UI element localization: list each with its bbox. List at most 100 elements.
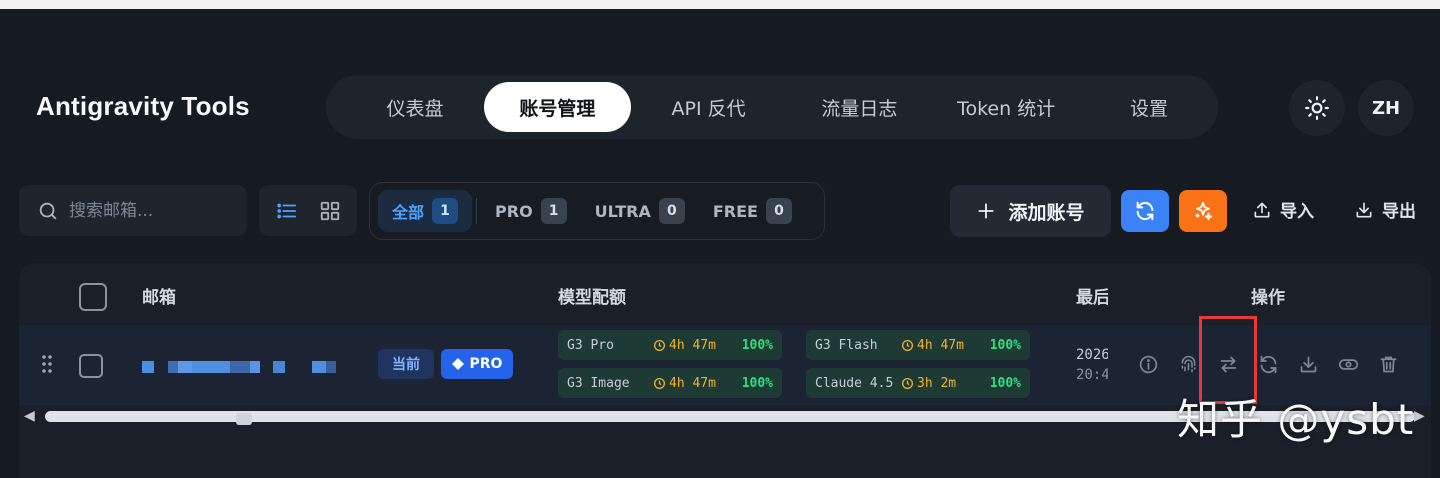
add-account-label: 添加账号	[1008, 201, 1085, 224]
quota-reset-time: 4h 47m	[917, 337, 964, 353]
last-used-date: 2026	[1076, 347, 1108, 363]
delete-account-button[interactable]	[1375, 351, 1401, 377]
scroll-left-arrow[interactable]: ◀	[24, 408, 35, 424]
filter-label: FREE	[712, 201, 758, 221]
fingerprint-button[interactable]	[1175, 351, 1201, 377]
import-label: 导入	[1280, 202, 1314, 222]
tab-traffic-logs[interactable]: 流量日志	[786, 82, 932, 132]
tab-accounts[interactable]: 账号管理	[483, 82, 631, 132]
plan-badge: PRO	[441, 349, 513, 379]
search-icon	[39, 202, 57, 219]
list-view-button[interactable]	[268, 192, 306, 230]
grid-view-icon	[320, 201, 339, 220]
clock-icon	[653, 377, 666, 389]
column-actions: 操作	[1251, 288, 1285, 308]
column-quota: 模型配额	[558, 288, 626, 308]
filter-divider	[476, 198, 478, 224]
info-icon	[1139, 355, 1157, 373]
switch-icon	[1220, 356, 1236, 372]
select-all-checkbox[interactable]	[79, 283, 107, 311]
filter-pro[interactable]: PRO 1	[481, 190, 581, 232]
fingerprint-icon	[1181, 355, 1195, 372]
grid-view-button[interactable]	[311, 192, 349, 230]
list-view-icon	[276, 203, 296, 218]
tab-api-proxy[interactable]: API 反代	[631, 82, 787, 132]
quota-chip: Claude 4.5 3h 2m 100%	[806, 368, 1030, 398]
sparkles-icon	[1195, 201, 1213, 221]
current-badge: 当前	[378, 349, 434, 379]
filter-all[interactable]: 全部 1	[378, 190, 473, 232]
column-email: 邮箱	[142, 288, 176, 308]
upload-icon	[1254, 202, 1270, 217]
quota-reset: 4h 47m	[901, 338, 983, 353]
diamond-icon	[451, 358, 464, 370]
filter-ultra[interactable]: ULTRA 0	[581, 190, 699, 232]
quota-reset-time: 4h 47m	[669, 375, 716, 391]
table-header: 邮箱 模型配额 最后 操作	[19, 263, 1431, 323]
quota-model: G3 Image	[567, 375, 630, 391]
drag-handle-icon[interactable]	[41, 354, 53, 378]
quota-reset: 3h 2m	[901, 376, 983, 391]
import-button[interactable]: 导入	[1252, 197, 1314, 222]
search-box	[19, 185, 247, 236]
sun-icon	[1305, 96, 1329, 120]
info-button[interactable]	[1135, 351, 1161, 377]
tab-dashboard[interactable]: 仪表盘	[346, 82, 484, 132]
plan-filter-bar: 全部 1 PRO 1 ULTRA 0 FREE 0	[369, 182, 825, 240]
filter-label: PRO	[495, 201, 533, 221]
email-redacted	[142, 359, 338, 373]
export-label: 导出	[1382, 202, 1416, 222]
last-used-time: 20:4	[1076, 367, 1108, 383]
plus-icon	[978, 203, 995, 219]
view-toggle	[259, 185, 357, 236]
filter-count: 1	[540, 198, 567, 224]
export-button[interactable]: 导出	[1354, 197, 1416, 222]
download-icon	[1356, 202, 1372, 217]
quota-percent: 100%	[989, 337, 1021, 353]
column-last-used: 最后	[1076, 288, 1108, 308]
tab-token-stats[interactable]: Token 统计	[932, 82, 1080, 132]
toggle-visibility-button[interactable]	[1335, 351, 1361, 377]
quota-chip: G3 Pro 4h 47m 100%	[558, 330, 782, 360]
quota-percent: 100%	[989, 375, 1021, 391]
quota-percent: 100%	[741, 337, 773, 353]
tab-settings[interactable]: 设置	[1080, 82, 1218, 132]
quota-reset-time: 4h 47m	[669, 337, 716, 353]
quota-reset: 4h 47m	[653, 376, 735, 391]
quota-model: Claude 4.5	[815, 375, 894, 391]
quota-model: G3 Flash	[815, 337, 878, 353]
refresh-icon	[1260, 355, 1276, 373]
refresh-all-button[interactable]	[1121, 190, 1169, 232]
refresh-account-button[interactable]	[1255, 351, 1281, 377]
quota-reset-time: 3h 2m	[917, 375, 957, 391]
theme-toggle-button[interactable]	[1289, 80, 1345, 136]
filter-count: 1	[432, 198, 459, 224]
eye-icon	[1338, 358, 1358, 370]
switch-account-button[interactable]	[1215, 351, 1241, 377]
download-account-button[interactable]	[1295, 351, 1321, 377]
clock-icon	[901, 377, 914, 389]
quota-chip: G3 Flash 4h 47m 100%	[806, 330, 1030, 360]
app-title: Antigravity Tools	[36, 91, 250, 121]
scrollbar-thumb[interactable]	[236, 413, 252, 425]
plan-badge-label: PRO	[469, 356, 503, 372]
magic-button[interactable]	[1179, 190, 1227, 232]
main-nav: 仪表盘 账号管理 API 反代 流量日志 Token 统计 设置	[326, 75, 1218, 139]
clock-icon	[653, 339, 666, 351]
filter-label: ULTRA	[594, 201, 651, 221]
filter-free[interactable]: FREE 0	[699, 190, 806, 232]
language-button[interactable]: ZH	[1358, 80, 1414, 136]
watermark: 知乎 @ysbt	[1177, 395, 1415, 444]
add-account-button[interactable]: 添加账号	[950, 185, 1111, 237]
search-input[interactable]	[69, 200, 229, 221]
quota-reset: 4h 47m	[653, 338, 735, 353]
quota-model: G3 Pro	[567, 337, 614, 353]
quota-chip: G3 Image 4h 47m 100%	[558, 368, 782, 398]
filter-count: 0	[658, 198, 685, 224]
row-checkbox[interactable]	[79, 354, 103, 378]
filter-label: 全部	[392, 203, 425, 222]
trash-icon	[1380, 356, 1396, 372]
scroll-right-arrow[interactable]: ▶	[1414, 408, 1425, 424]
refresh-icon	[1136, 201, 1154, 221]
filter-count: 0	[765, 198, 792, 224]
